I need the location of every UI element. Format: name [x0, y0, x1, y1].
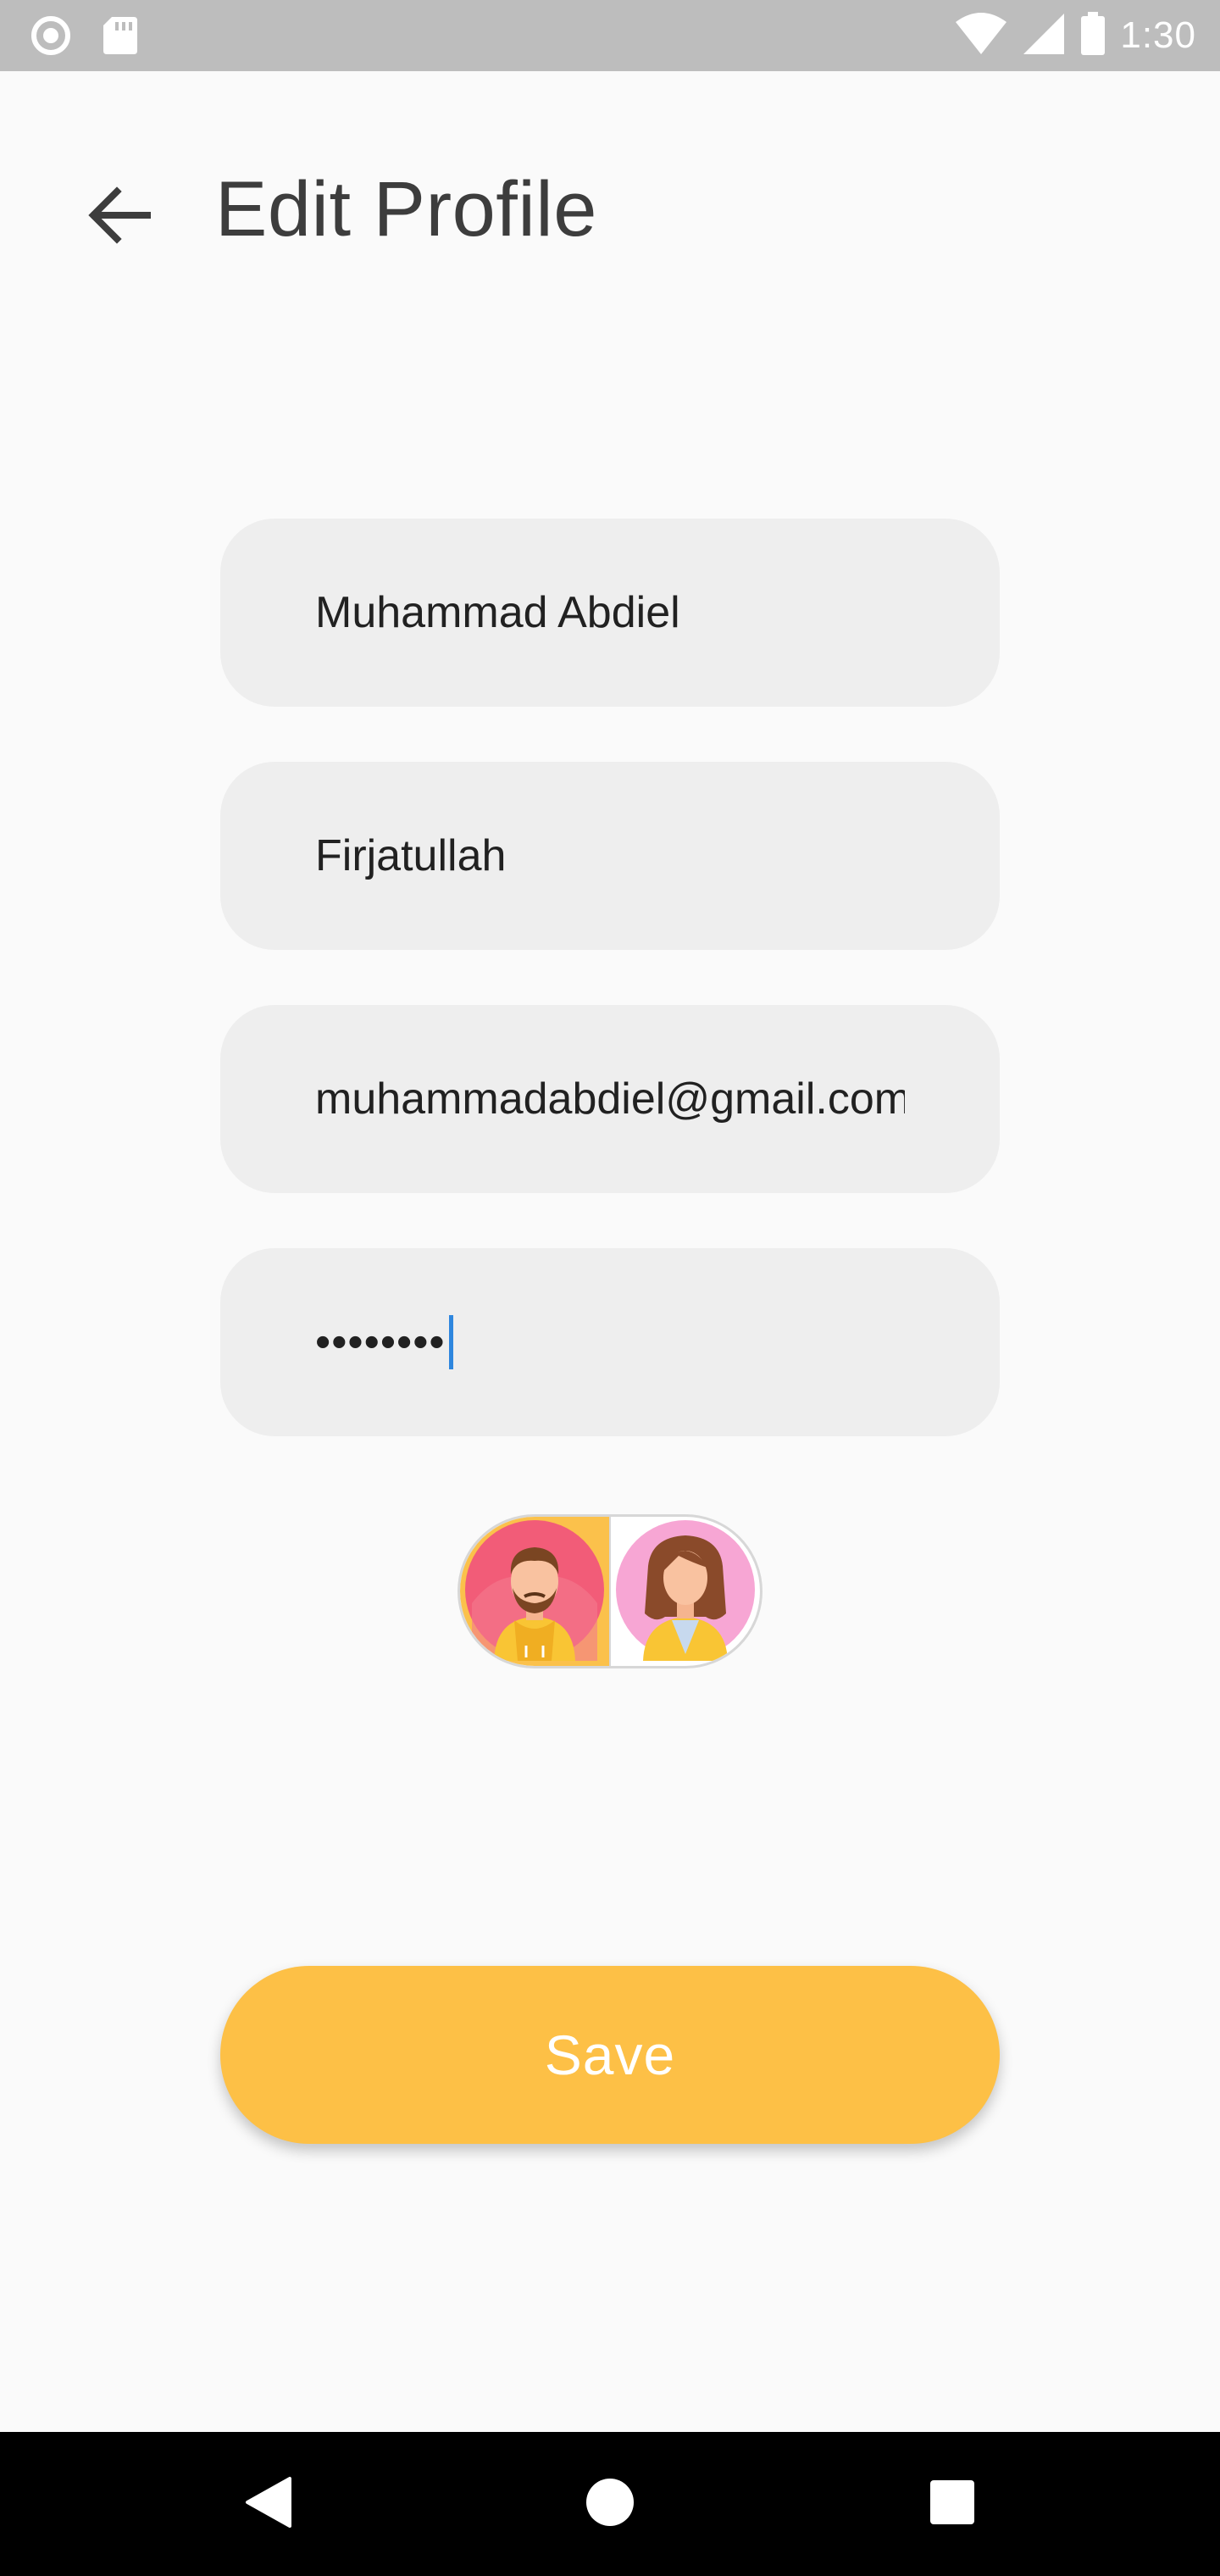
password-value: •••••••• [315, 1318, 446, 1367]
female-avatar-icon [614, 1518, 757, 1665]
avatar-option-female[interactable] [611, 1517, 760, 1666]
record-icon [30, 15, 71, 60]
navigation-bar [0, 2432, 1220, 2576]
first-name-value: Muhammad Abdiel [315, 588, 680, 637]
status-left-icons [30, 15, 139, 60]
save-button[interactable]: Save [220, 1966, 1000, 2144]
battery-icon [1079, 11, 1106, 60]
back-button[interactable] [75, 173, 163, 261]
sd-card-icon [102, 15, 139, 60]
nav-back-button[interactable] [232, 2468, 303, 2540]
signal-icon [1022, 12, 1066, 60]
nav-back-icon [242, 2475, 293, 2534]
header: Edit Profile [0, 71, 1220, 359]
arrow-left-icon [83, 180, 154, 255]
email-field[interactable]: muhammadabdiel@gmail.com [220, 1005, 1000, 1193]
status-time: 1:30 [1120, 14, 1196, 56]
email-value: muhammadabdiel@gmail.com [315, 1074, 905, 1124]
avatar-option-male[interactable] [460, 1517, 609, 1666]
page-title: Edit Profile [215, 166, 597, 253]
last-name-value: Firjatullah [315, 831, 507, 880]
avatar-toggle [458, 1514, 762, 1668]
password-field[interactable]: •••••••• [220, 1248, 1000, 1436]
nav-home-icon [585, 2477, 635, 2532]
nav-recents-button[interactable] [917, 2468, 988, 2540]
nav-home-button[interactable] [574, 2468, 646, 2540]
last-name-field[interactable]: Firjatullah [220, 762, 1000, 950]
first-name-field[interactable]: Muhammad Abdiel [220, 519, 1000, 707]
status-right-icons: 1:30 [954, 11, 1196, 60]
text-caret [448, 1315, 453, 1369]
male-avatar-icon [463, 1518, 606, 1665]
wifi-icon [954, 12, 1008, 60]
status-bar: 1:30 [0, 0, 1220, 71]
password-value-wrap: •••••••• [315, 1315, 453, 1369]
nav-recents-icon [929, 2479, 976, 2530]
